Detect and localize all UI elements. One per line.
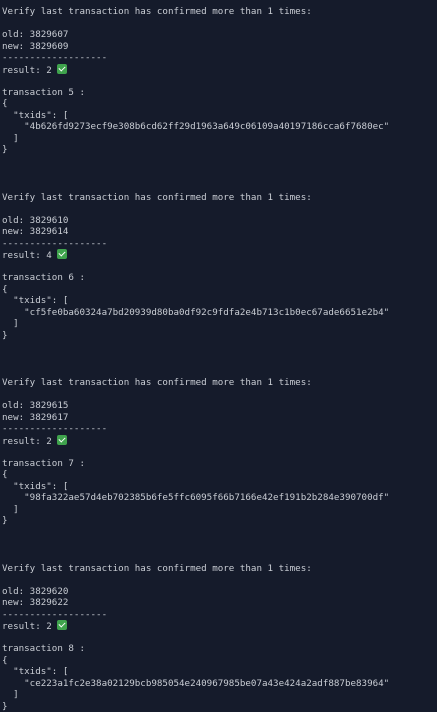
json-close-brace: }	[2, 701, 437, 712]
verify-block: Verify last transaction has confirmed mo…	[2, 377, 437, 527]
result-line: result: 2	[2, 620, 437, 632]
verify-header: Verify last transaction has confirmed mo…	[2, 377, 437, 389]
verify-header: Verify last transaction has confirmed mo…	[2, 192, 437, 204]
result-text: result: 4	[2, 250, 52, 261]
old-value: old: 3829607	[2, 29, 437, 41]
result-text: result: 2	[2, 621, 52, 632]
verify-block: Verify last transaction has confirmed mo…	[2, 192, 437, 342]
old-value: old: 3829620	[2, 586, 437, 598]
terminal-output: Verify last transaction has confirmed mo…	[0, 0, 437, 680]
divider: -------------------	[2, 238, 437, 250]
txids-key: "txids": [	[2, 110, 437, 122]
transaction-label: transaction 8 :	[2, 643, 437, 655]
json-close-bracket: ]	[2, 504, 437, 516]
transaction-label: transaction 7 :	[2, 458, 437, 470]
txid-value: "98fa322ae57d4eb702385b6fe5ffc6095f66b71…	[2, 492, 437, 504]
old-value: old: 3829610	[2, 215, 437, 227]
result-text: result: 2	[2, 436, 52, 447]
new-value: new: 3829614	[2, 226, 437, 238]
divider: -------------------	[2, 52, 437, 64]
check-mark-icon	[57, 620, 67, 630]
txids-key: "txids": [	[2, 295, 437, 307]
txids-key: "txids": [	[2, 481, 437, 493]
result-line: result: 4	[2, 249, 437, 261]
txid-value: "cf5fe0ba60324a7bd20939d80ba0df92c9fdfa2…	[2, 307, 437, 319]
result-text: result: 2	[2, 65, 52, 76]
divider: -------------------	[2, 423, 437, 435]
result-line: result: 2	[2, 64, 437, 76]
json-close-bracket: ]	[2, 318, 437, 330]
verify-block: Verify last transaction has confirmed mo…	[2, 6, 437, 156]
new-value: new: 3829617	[2, 412, 437, 424]
json-open-brace: {	[2, 655, 437, 667]
json-open-brace: {	[2, 284, 437, 296]
json-open-brace: {	[2, 98, 437, 110]
txids-key: "txids": [	[2, 666, 437, 678]
check-mark-icon	[57, 249, 67, 259]
json-close-bracket: ]	[2, 133, 437, 145]
json-close-bracket: ]	[2, 689, 437, 701]
txid-value: "ce223a1fc2e38a02129bcb985054e240967985b…	[2, 678, 437, 690]
json-close-brace: }	[2, 330, 437, 342]
verify-header: Verify last transaction has confirmed mo…	[2, 6, 437, 18]
divider: -------------------	[2, 609, 437, 621]
transaction-label: transaction 5 :	[2, 87, 437, 99]
json-close-brace: }	[2, 144, 437, 156]
check-mark-icon	[57, 64, 67, 74]
json-close-brace: }	[2, 515, 437, 527]
verify-header: Verify last transaction has confirmed mo…	[2, 563, 437, 575]
check-mark-icon	[57, 435, 67, 445]
verify-block: Verify last transaction has confirmed mo…	[2, 563, 437, 712]
old-value: old: 3829615	[2, 400, 437, 412]
new-value: new: 3829622	[2, 597, 437, 609]
new-value: new: 3829609	[2, 41, 437, 53]
txid-value: "4b626fd9273ecf9e308b6cd62ff29d1963a649c…	[2, 121, 437, 133]
result-line: result: 2	[2, 435, 437, 447]
json-open-brace: {	[2, 469, 437, 481]
transaction-label: transaction 6 :	[2, 272, 437, 284]
